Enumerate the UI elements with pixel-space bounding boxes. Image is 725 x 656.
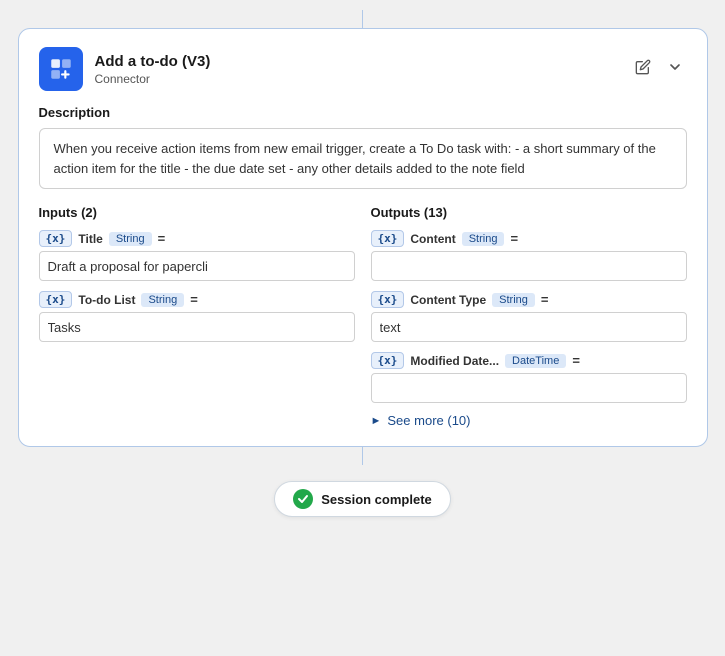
- input-title-type: String: [109, 232, 152, 246]
- input-todolist-eq: =: [190, 292, 198, 307]
- session-badge: Session complete: [274, 481, 451, 517]
- output-content-field[interactable]: [371, 251, 687, 281]
- output-field-contenttype: {x} Content Type String =: [371, 291, 687, 342]
- output-content-label-row: {x} Content String =: [371, 230, 687, 247]
- output-contenttype-field[interactable]: [371, 312, 687, 342]
- header-actions: [631, 57, 687, 82]
- inputs-title: Inputs (2): [39, 205, 355, 220]
- card-subtitle: Connector: [95, 72, 211, 86]
- input-todolist-field[interactable]: [39, 312, 355, 342]
- card-header-left: Add a to-do (V3) Connector: [39, 47, 211, 91]
- edit-button[interactable]: [631, 57, 655, 82]
- output-modifieddate-badge: {x}: [371, 352, 405, 369]
- description-text: When you receive action items from new e…: [39, 128, 687, 189]
- card-title: Add a to-do (V3): [95, 52, 211, 72]
- action-card: Add a to-do (V3) Connector Description W…: [18, 28, 708, 447]
- input-todolist-type: String: [141, 293, 184, 307]
- output-field-modifieddate: {x} Modified Date... DateTime =: [371, 352, 687, 403]
- output-modifieddate-type: DateTime: [505, 354, 566, 368]
- see-more-label: See more (10): [387, 413, 470, 428]
- input-title-badge: {x}: [39, 230, 73, 247]
- output-content-eq: =: [510, 231, 518, 246]
- collapse-button[interactable]: [663, 57, 687, 82]
- output-contenttype-eq: =: [541, 292, 549, 307]
- outputs-section: Outputs (13) {x} Content String = {x} Co…: [371, 205, 687, 428]
- connector-icon: [39, 47, 83, 91]
- output-contenttype-label-row: {x} Content Type String =: [371, 291, 687, 308]
- card-header: Add a to-do (V3) Connector: [39, 47, 687, 91]
- output-modifieddate-label-row: {x} Modified Date... DateTime =: [371, 352, 687, 369]
- input-todolist-name: To-do List: [78, 293, 135, 307]
- input-todolist-label-row: {x} To-do List String =: [39, 291, 355, 308]
- output-content-name: Content: [410, 232, 455, 246]
- output-field-content: {x} Content String =: [371, 230, 687, 281]
- output-content-type: String: [462, 232, 505, 246]
- session-complete-bar: Session complete: [274, 481, 451, 517]
- input-title-field[interactable]: [39, 251, 355, 281]
- connector-line-top: [362, 10, 363, 28]
- connector-line-bottom: [362, 447, 363, 465]
- description-label: Description: [39, 105, 687, 120]
- input-todolist-badge: {x}: [39, 291, 73, 308]
- session-complete-label: Session complete: [321, 492, 432, 507]
- input-title-eq: =: [158, 231, 166, 246]
- output-modifieddate-name: Modified Date...: [410, 354, 499, 368]
- output-contenttype-type: String: [492, 293, 535, 307]
- see-more-row[interactable]: ► See more (10): [371, 413, 687, 428]
- input-field-todolist: {x} To-do List String =: [39, 291, 355, 342]
- input-title-label-row: {x} Title String =: [39, 230, 355, 247]
- output-contenttype-badge: {x}: [371, 291, 405, 308]
- outputs-title: Outputs (13): [371, 205, 687, 220]
- io-row: Inputs (2) {x} Title String = {x} To-do …: [39, 205, 687, 428]
- output-content-badge: {x}: [371, 230, 405, 247]
- check-circle-icon: [293, 489, 313, 509]
- output-contenttype-name: Content Type: [410, 293, 486, 307]
- output-modifieddate-field[interactable]: [371, 373, 687, 403]
- card-title-group: Add a to-do (V3) Connector: [95, 52, 211, 87]
- output-modifieddate-eq: =: [572, 353, 580, 368]
- input-field-title: {x} Title String =: [39, 230, 355, 281]
- input-title-name: Title: [78, 232, 102, 246]
- inputs-section: Inputs (2) {x} Title String = {x} To-do …: [39, 205, 355, 428]
- see-more-chevron-icon: ►: [371, 415, 382, 427]
